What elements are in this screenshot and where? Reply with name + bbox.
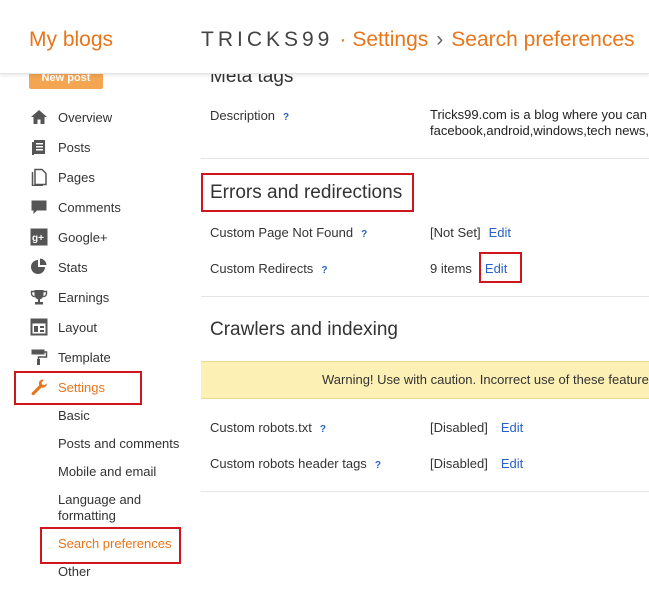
posts-icon [29,137,49,157]
robots-header-status: [Disabled] [430,456,488,471]
description-line-1: Tricks99.com is a blog where you can [430,107,648,122]
not-found-edit-link[interactable]: Edit [489,225,511,240]
sidebar-item-label: Posts [58,139,91,155]
sub-item-label-line2: formatting [58,508,116,523]
sidebar-item-comments[interactable]: Comments [29,196,121,218]
main-content: Meta tags Description? Tricks99.com is a… [201,66,649,594]
redirects-help-icon[interactable]: ? [321,265,327,276]
settings-sub-basic[interactable]: Basic [58,408,90,424]
breadcrumb-blog-name[interactable]: TRICKS99 [201,28,333,51]
robots-header-help-icon[interactable]: ? [375,460,381,471]
divider [201,296,649,297]
sidebar-item-stats[interactable]: Stats [29,256,88,278]
robots-edit-link[interactable]: Edit [501,420,523,435]
sub-item-label-line1: Language and [58,492,142,507]
redirects-label-text: Custom Redirects [210,261,314,276]
sidebar-item-label: Google+ [58,229,108,245]
settings-sub-mobile-and-email[interactable]: Mobile and email [58,464,156,480]
paint-roller-icon [29,347,49,367]
not-found-help-icon[interactable]: ? [361,229,367,240]
custom-redirects-value: 9 items Edit [430,261,507,276]
description-value: Tricks99.com is a blog where you can fac… [430,107,649,139]
robots-label-text: Custom robots.txt [210,420,312,435]
sidebar-item-posts[interactable]: Posts [29,136,91,158]
breadcrumb-settings[interactable]: Settings [352,28,428,51]
sidebar-item-template[interactable]: Template [29,346,111,368]
description-label-text: Description [210,108,276,123]
breadcrumb-search-preferences: Search preferences [451,28,635,51]
trophy-icon [29,287,49,307]
not-found-status: [Not Set] [430,225,481,240]
robots-status: [Disabled] [430,420,488,435]
highlight-box-search-preferences [40,527,181,564]
top-header: My blogs TRICKS99 · Settings › Search prefer… [0,0,649,74]
divider [201,491,649,492]
redirects-edit-link[interactable]: Edit [485,261,507,276]
layout-icon [29,317,49,337]
sidebar-item-label: Template [58,349,111,365]
sidebar-item-layout[interactable]: Layout [29,316,97,338]
sidebar-item-overview[interactable]: Overview [29,106,112,128]
robots-header-edit-link[interactable]: Edit [501,456,523,471]
description-label: Description? [210,108,289,123]
sidebar-item-label: Stats [58,259,88,275]
settings-sub-posts-and-comments[interactable]: Posts and comments [58,436,179,452]
sidebar-item-pages[interactable]: Pages [29,166,95,188]
google-plus-icon: g+ [29,227,49,247]
sidebar-item-earnings[interactable]: Earnings [29,286,109,308]
errors-redirections-title: Errors and redirections [210,182,403,203]
my-blogs-link[interactable]: My blogs [29,28,113,52]
sidebar-item-label: Pages [58,169,95,185]
custom-robots-txt-label: Custom robots.txt? [210,420,326,435]
sidebar-item-label: Layout [58,319,98,335]
custom-page-not-found-value: [Not Set] Edit [430,225,511,240]
divider [201,158,649,159]
custom-redirects-label: Custom Redirects? [210,261,327,276]
description-help-icon[interactable]: ? [283,112,289,123]
highlight-box-settings [14,371,142,405]
redirects-count: 9 items [430,261,472,276]
crawlers-indexing-title: Crawlers and indexing [210,319,398,340]
sidebar-item-label: Comments [58,199,121,215]
custom-page-not-found-label: Custom Page Not Found? [210,225,367,240]
sidebar-item-label: Overview [58,109,113,125]
sidebar: New post Overview Posts Pages Comments g… [0,71,200,594]
home-icon [29,107,49,127]
settings-sub-language-and-formatting[interactable]: Language and formatting [58,492,141,524]
sidebar-item-label: Earnings [58,289,110,305]
breadcrumb-separator: · [339,28,347,51]
description-line-2: facebook,android,windows,tech news, [430,123,649,138]
breadcrumb-arrow: › [436,28,444,51]
not-found-label-text: Custom Page Not Found [210,225,354,240]
svg-text:g+: g+ [32,233,44,244]
caution-warning-banner: Warning! Use with caution. Incorrect use… [201,361,649,399]
breadcrumb: TRICKS99 · Settings › Search preferences [201,28,635,52]
robots-header-label-text: Custom robots header tags [210,456,367,471]
comment-icon [29,197,49,217]
robots-help-icon[interactable]: ? [320,424,326,435]
custom-robots-txt-value: [Disabled] Edit [430,420,523,435]
pages-icon [29,167,49,187]
pie-chart-icon [29,257,49,277]
custom-robots-header-tags-label: Custom robots header tags? [210,456,381,471]
custom-robots-header-tags-value: [Disabled] Edit [430,456,523,471]
sidebar-item-google-plus[interactable]: g+ Google+ [29,226,108,248]
settings-sub-other[interactable]: Other [58,564,91,580]
